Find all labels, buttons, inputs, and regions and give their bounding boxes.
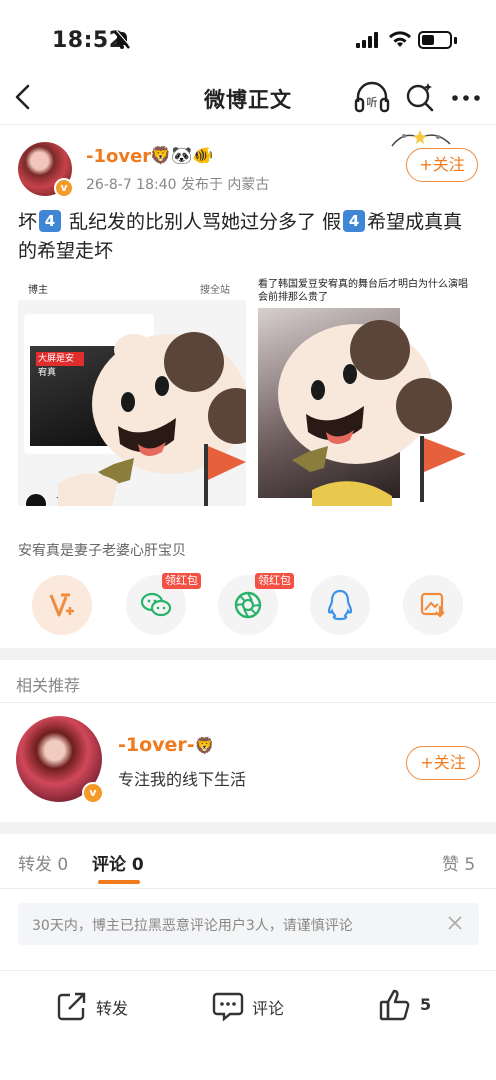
close-icon[interactable] xyxy=(445,913,465,933)
battery-cap xyxy=(454,37,457,44)
verified-badge-icon: v xyxy=(54,178,74,198)
related-follow-button[interactable]: +关注 xyxy=(406,746,480,780)
section-gap xyxy=(0,648,496,660)
section-gap xyxy=(0,822,496,834)
post-body: 坏4 乱纪发的比别人骂她过分多了 假 4 希望成真真的希望走坏 xyxy=(18,208,480,266)
post-text-part1: 坏 xyxy=(18,211,38,233)
moments-shutter-icon xyxy=(234,591,262,619)
qq-share-button[interactable] xyxy=(310,575,370,635)
more-options-icon[interactable] xyxy=(450,80,482,114)
post-image-1[interactable]: 博主 搜全站 大屏是安宥真 7U xyxy=(18,274,246,506)
user-emblems: 🦁🐼🐠 xyxy=(150,146,214,166)
post-author-avatar[interactable]: v xyxy=(18,142,74,198)
post-image-2[interactable]: 看了韩国爱豆安宥真的舞台后才明白为什么演唱会前排那么贵了 xyxy=(252,274,480,506)
related-section-title: 相关推荐 xyxy=(16,676,81,695)
thumbs-up-icon xyxy=(379,989,410,1021)
vip-share-button[interactable] xyxy=(32,575,92,635)
related-user-avatar[interactable]: v xyxy=(16,716,104,804)
search-sparkle-icon[interactable] xyxy=(404,80,436,114)
listen-label: 听 xyxy=(367,96,378,109)
comment-label: 评论 xyxy=(252,999,285,1018)
bear-sticker-icon xyxy=(58,332,246,506)
qq-penguin-icon xyxy=(327,589,353,621)
tab-like[interactable]: 赞 5 xyxy=(442,850,475,875)
repost-label: 转发 xyxy=(96,999,129,1018)
related-user-bio: 专注我的线下生活 xyxy=(118,770,247,789)
img1-header-left: 博主 xyxy=(28,285,48,296)
img1-header-right: 搜全站 xyxy=(200,285,230,296)
comment-button[interactable]: 评论 xyxy=(212,988,292,1024)
save-image-icon xyxy=(420,592,445,618)
post-meta: 26-8-7 18:40 发布于 内蒙古 xyxy=(86,177,270,193)
post-topic-tag[interactable]: 安宥真是妻子老婆心肝宝贝 xyxy=(18,540,186,560)
mute-bell-icon xyxy=(114,30,131,49)
notice-text: 30天内，博主已拉黑恶意评论用户3人，请谨慎评论 xyxy=(32,918,353,934)
red-packet-badge: 领红包 xyxy=(255,573,294,589)
post-follow-button[interactable]: +关注 xyxy=(406,148,478,182)
related-user-name[interactable]: -1over-🦁 xyxy=(118,734,215,756)
post-text-part2: 乱纪发的比别人骂她过分多了 假 xyxy=(63,211,342,233)
bottom-bar-divider xyxy=(0,970,496,971)
plus-icon: + xyxy=(420,753,434,772)
verified-badge-icon: v xyxy=(82,782,104,804)
keycap-4-emoji: 4 xyxy=(39,210,62,232)
save-image-button[interactable] xyxy=(403,575,463,635)
vip-v-icon xyxy=(49,593,74,617)
post-author-name[interactable]: -1over- xyxy=(86,146,159,167)
plus-icon: + xyxy=(419,155,433,174)
tabs-divider xyxy=(0,888,496,889)
wechat-icon xyxy=(141,592,171,617)
repost-button[interactable]: 转发 xyxy=(56,988,136,1024)
keycap-4-emoji: 4 xyxy=(343,210,366,232)
like-count: 5 xyxy=(420,995,432,1014)
follow-label: 关注 xyxy=(432,155,465,174)
status-bar: 18:52 xyxy=(0,0,496,72)
decoration-sparkle-icon xyxy=(391,130,451,147)
related-divider xyxy=(0,702,496,703)
headphones-listen-icon[interactable]: 听 xyxy=(354,80,390,114)
cellular-signal-icon xyxy=(356,32,378,48)
repost-share-icon xyxy=(57,992,86,1021)
comment-notice: 30天内，博主已拉黑恶意评论用户3人，请谨慎评论 xyxy=(18,903,479,945)
top-nav: 微博正文 听 xyxy=(0,72,496,124)
tab-repost[interactable]: 转发 0 xyxy=(18,850,68,875)
wifi-icon xyxy=(389,31,411,47)
active-tab-indicator xyxy=(98,880,140,884)
nav-divider xyxy=(0,124,496,125)
comment-bubble-icon xyxy=(212,992,244,1022)
red-packet-badge: 领红包 xyxy=(162,573,201,589)
user-emblem: 🦁 xyxy=(194,736,215,755)
tab-comment[interactable]: 评论 0 xyxy=(92,850,144,875)
bear-sticker-icon xyxy=(278,320,466,506)
battery-icon xyxy=(418,31,452,49)
like-button[interactable]: 5 xyxy=(378,988,438,1024)
follow-label: 关注 xyxy=(433,753,466,772)
